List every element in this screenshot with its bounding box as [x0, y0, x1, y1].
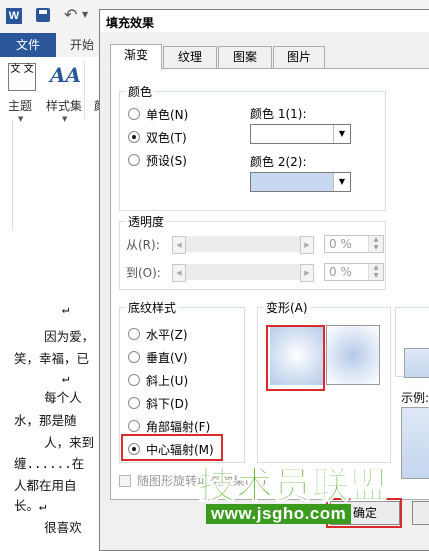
radio-horizontal-label: 水平(Z): [146, 327, 188, 342]
sample-swatch: [404, 348, 429, 378]
radio-preset-button[interactable]: [128, 154, 140, 166]
watermark-url: www.jsgho.com: [206, 504, 352, 524]
doc-line: ↵: [62, 301, 70, 316]
rotate-with-shape-box[interactable]: [119, 474, 131, 487]
from-slider-right-icon[interactable]: ▶: [300, 236, 314, 254]
ribbon-divider: [84, 61, 85, 119]
radio-diagonal-up[interactable]: 斜上(U): [128, 371, 188, 389]
doc-line: 很喜欢: [14, 520, 82, 535]
radio-diagonal-up-button[interactable]: [128, 374, 140, 386]
to-spinbox[interactable]: 0 % ▲ ▼: [324, 263, 384, 281]
to-slider-right-icon[interactable]: ▶: [300, 264, 314, 282]
radio-one-color-label: 单色(N): [146, 107, 189, 122]
variant-highlight-box: [266, 325, 325, 391]
from-slider[interactable]: ◀ ▶ 0 % ▲ ▼: [172, 235, 387, 254]
from-slider-left-icon[interactable]: ◀: [172, 236, 186, 254]
from-spin-up-icon[interactable]: ▲: [368, 236, 383, 244]
color2-dropdown-icon[interactable]: ▼: [333, 173, 350, 191]
color1-dropdown-icon[interactable]: ▼: [333, 125, 350, 143]
transparency-group-label: 透明度: [126, 213, 167, 230]
dialog-title: 填充效果: [106, 16, 155, 30]
theme-icon[interactable]: 文 文: [8, 63, 36, 91]
shading-styles-group-label: 底纹样式: [126, 299, 179, 316]
colors-group: 颜色 单色(N) 双色(T) 预设(S) 颜色 1(1): ▼ 颜色 2(2):…: [119, 83, 386, 211]
tab-file[interactable]: 文件: [0, 33, 56, 57]
doc-line: 长。↵: [14, 498, 47, 513]
save-icon[interactable]: [36, 8, 50, 22]
gradient-panel: 颜色 单色(N) 双色(T) 预设(S) 颜色 1(1): ▼ 颜色 2(2):…: [110, 68, 429, 500]
to-slider-left-icon[interactable]: ◀: [172, 264, 186, 282]
radio-diagonal-down-button[interactable]: [128, 397, 140, 409]
radio-vertical-label: 垂直(V): [146, 350, 188, 365]
site-watermark-logo: 技术员联盟 www.jsgho.com: [198, 455, 423, 535]
transparency-group: 透明度 从(R): ◀ ▶ 0 % ▲ ▼ 到(O): ◀ ▶ 0 % ▲ ▼: [119, 213, 387, 290]
ribbon-label-styles[interactable]: 样式集: [46, 97, 82, 114]
from-value: 0 %: [329, 237, 352, 251]
from-slider-track[interactable]: [186, 236, 300, 252]
tab-start[interactable]: 开始: [70, 33, 94, 57]
to-slider[interactable]: ◀ ▶ 0 % ▲ ▼: [172, 263, 387, 282]
tab-picture[interactable]: 图片: [273, 46, 325, 69]
from-label: 从(R):: [126, 238, 160, 252]
styles-dropdown-icon[interactable]: ▼: [62, 115, 67, 123]
from-spin-down-icon[interactable]: ▼: [368, 244, 383, 252]
radio-from-corner-label: 角部辐射(F): [146, 419, 211, 434]
radio-from-corner[interactable]: 角部辐射(F): [128, 417, 210, 435]
watermark-main-text: 技术员联盟: [198, 464, 388, 508]
undo-icon[interactable]: ↶: [64, 5, 77, 24]
doc-line: 人都在用自: [14, 478, 77, 493]
doc-line: 缠......在: [14, 456, 85, 471]
to-value: 0 %: [329, 265, 352, 279]
radio-two-colors-label: 双色(T): [146, 130, 187, 145]
radio-vertical-button[interactable]: [128, 351, 140, 363]
radio-horizontal-button[interactable]: [128, 328, 140, 340]
radio-one-color[interactable]: 单色(N): [128, 105, 188, 123]
style-set-icon[interactable]: AA: [50, 63, 81, 87]
ribbon-label-theme[interactable]: 主题: [8, 97, 32, 114]
radio-from-corner-button[interactable]: [128, 420, 140, 432]
to-slider-track[interactable]: [186, 264, 300, 280]
radio-diagonal-down-label: 斜下(D): [146, 396, 189, 411]
radio-preset-label: 预设(S): [146, 153, 187, 168]
to-spin-down-icon[interactable]: ▼: [368, 272, 383, 280]
variants-group-label: 变形(A): [264, 299, 310, 316]
radio-diagonal-down[interactable]: 斜下(D): [128, 394, 189, 412]
sample-frame: [395, 307, 429, 378]
radio-preset[interactable]: 预设(S): [128, 151, 187, 169]
doc-line: 水，那是随: [14, 413, 77, 428]
tab-gradient[interactable]: 渐变: [110, 44, 162, 70]
radio-one-color-button[interactable]: [128, 108, 140, 120]
doc-line: 因为爱，: [14, 329, 95, 344]
tab-pattern[interactable]: 图案: [218, 46, 272, 69]
doc-line: 人，来到: [14, 435, 95, 450]
radio-two-colors-button[interactable]: [128, 131, 140, 143]
vertical-ruler: [0, 120, 13, 230]
from-spinbox[interactable]: 0 % ▲ ▼: [324, 235, 384, 253]
sample-label: 示例:: [401, 391, 429, 405]
variant-center-dark[interactable]: [326, 325, 380, 385]
doc-line: 每个人: [14, 390, 82, 405]
theme-dropdown-icon[interactable]: ▼: [18, 115, 23, 123]
color1-label: 颜色 1(1):: [250, 107, 307, 121]
doc-line: 笑，幸福，已: [14, 351, 90, 366]
to-spin-up-icon[interactable]: ▲: [368, 264, 383, 272]
color1-combo[interactable]: ▼: [250, 124, 351, 144]
color2-label: 颜色 2(2):: [250, 155, 307, 169]
doc-line: ↵: [62, 370, 70, 385]
word-logo-icon: W: [6, 8, 22, 24]
undo-dropdown-icon[interactable]: ▼: [82, 10, 88, 19]
radio-two-colors[interactable]: 双色(T): [128, 128, 187, 146]
radio-horizontal[interactable]: 水平(Z): [128, 325, 188, 343]
radio-vertical[interactable]: 垂直(V): [128, 348, 188, 366]
color2-combo[interactable]: ▼: [250, 172, 351, 192]
dialog-title-bar[interactable]: 填充效果: [100, 10, 429, 32]
radio-diagonal-up-label: 斜上(U): [146, 373, 189, 388]
tab-texture[interactable]: 纹理: [163, 46, 217, 69]
colors-group-label: 颜色: [126, 83, 155, 100]
to-label: 到(O):: [126, 266, 161, 280]
